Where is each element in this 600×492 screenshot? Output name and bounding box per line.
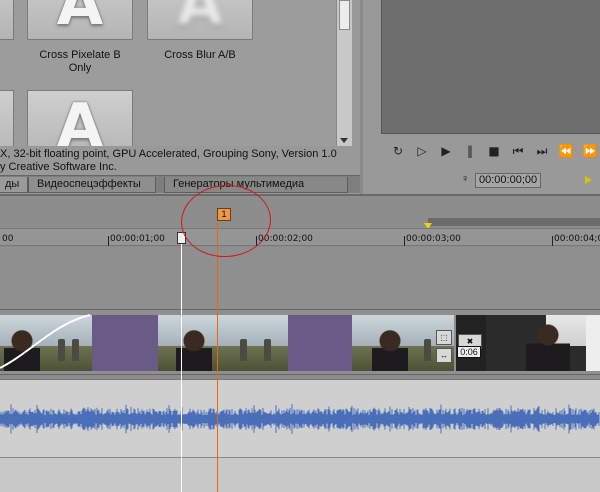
tab-video-fx[interactable]: Видеоспецэффекты — [28, 177, 156, 193]
effect-label-cross-blur[interactable]: Cross Blur A/B — [145, 49, 255, 62]
ruler-label: 00:00:03;00 — [406, 234, 461, 244]
effect-thumbnail-cross-pixelate[interactable]: A — [27, 0, 133, 40]
transport-controls: ↻ ▷ ▶ ‖ ■ ⏮ ⏭ ⏪ ⏩ — [389, 142, 599, 160]
effect-thumbnail[interactable]: A — [27, 90, 133, 146]
fade-in-curve[interactable] — [0, 313, 92, 371]
stop-icon[interactable]: ■ — [485, 142, 503, 160]
effect-info-line: X, 32-bit floating point, GPU Accelerate… — [0, 148, 337, 160]
effect-info-line: y Creative Software Inc. — [0, 161, 117, 173]
play-from-start-icon[interactable]: ▷ — [413, 142, 431, 160]
vegas-editor-window: A A A Cross Pixelate B Only Cross Blur A… — [0, 0, 600, 492]
crop-fx-icon[interactable]: ⬚ — [436, 330, 452, 345]
transition-duration-badge: 0:06 — [457, 346, 481, 358]
pause-icon[interactable]: ‖ — [461, 142, 479, 160]
audio-waveform — [0, 404, 600, 434]
transition-region[interactable] — [288, 315, 352, 371]
video-clip-frame[interactable] — [158, 315, 288, 371]
prev-frame-icon[interactable]: ⏮ — [509, 142, 527, 160]
ruler-label: 00 — [2, 234, 14, 244]
loop-icon[interactable]: ↻ — [389, 142, 407, 160]
effects-thumbnail-grid: A A A Cross Pixelate B Only Cross Blur A… — [0, 0, 336, 146]
next-frame-icon[interactable]: ⏭ — [533, 142, 551, 160]
video-clip-frame[interactable] — [586, 315, 600, 371]
empty-track-area[interactable] — [0, 247, 600, 309]
event-fx-icon[interactable]: ↔ — [436, 348, 452, 363]
ruler-label: 00:00:01;00 — [110, 234, 165, 244]
transition-region[interactable] — [92, 315, 158, 371]
effect-thumbnail-cross-blur[interactable]: A — [147, 0, 253, 40]
tab-media-generators[interactable]: Генераторы мультимедиа — [164, 177, 348, 193]
effect-label-cross-pixelate[interactable]: Cross Pixelate B Only — [25, 49, 135, 75]
playhead-cursor[interactable] — [181, 236, 182, 492]
ruler-label: 00:00:04;00 — [554, 234, 600, 244]
ruler-tick — [404, 236, 405, 246]
marker-line — [217, 222, 218, 492]
preview-screen — [381, 0, 600, 134]
video-fx-panel: A A A Cross Pixelate B Only Cross Blur A… — [0, 0, 360, 194]
scroll-down-icon[interactable] — [340, 138, 348, 143]
scrollbar-thumb[interactable] — [339, 0, 350, 30]
effect-label-line: Only — [68, 62, 92, 74]
forward-icon[interactable]: ⏩ — [581, 142, 599, 160]
effects-vertical-scrollbar[interactable] — [336, 0, 352, 146]
ruler-tick — [552, 236, 553, 246]
effect-label-line: Cross Blur A/B — [164, 49, 236, 61]
ruler-tick — [108, 236, 109, 246]
effect-thumbnail[interactable]: A — [0, 90, 14, 146]
audio-track-lower[interactable] — [0, 457, 600, 492]
rewind-icon[interactable]: ⏪ — [557, 142, 575, 160]
position-pin-icon: ♀ — [461, 173, 470, 185]
effect-letter: A — [176, 0, 224, 39]
effect-label-line: Cross Pixelate B — [39, 49, 121, 61]
timecode-display: 00:00:00;00 — [475, 173, 541, 188]
tab-transitions[interactable]: ды — [0, 177, 28, 193]
effect-thumbnail[interactable]: A — [0, 0, 14, 40]
edit-marker-icon — [585, 176, 592, 184]
effect-letter: A — [56, 91, 104, 146]
loop-region-bar[interactable] — [428, 218, 600, 226]
video-preview-panel: ↻ ▷ ▶ ‖ ■ ⏮ ⏭ ⏪ ⏩ ♀ 00:00:00;00 — [360, 0, 600, 194]
audio-track[interactable] — [0, 379, 600, 457]
play-icon[interactable]: ▶ — [437, 142, 455, 160]
effect-letter: A — [56, 0, 104, 39]
video-clip-frame[interactable] — [486, 315, 586, 371]
window-tabs: ды Видеоспецэффекты Генераторы мультимед… — [0, 175, 360, 193]
